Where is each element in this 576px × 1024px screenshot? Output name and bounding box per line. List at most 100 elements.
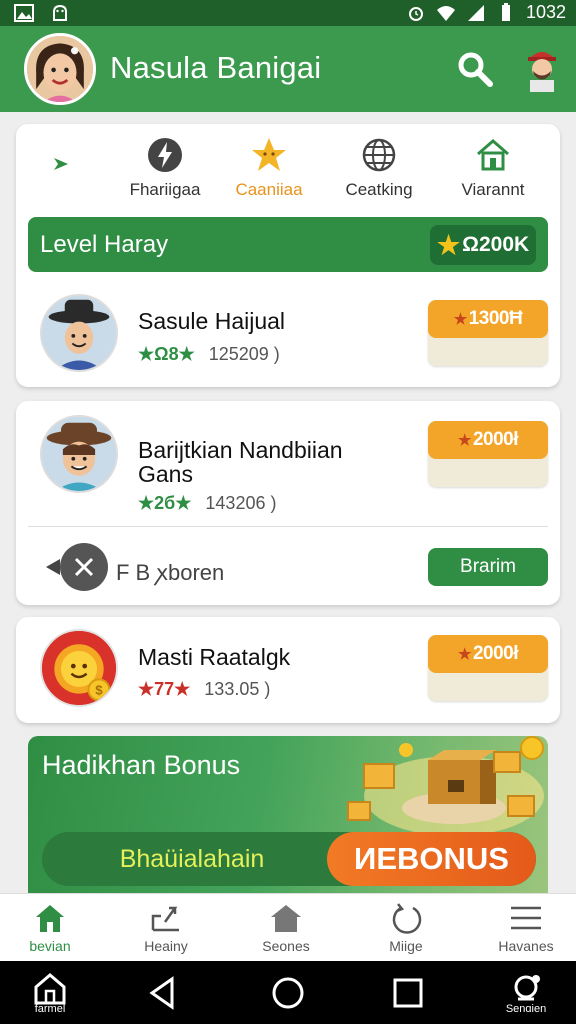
row-name-line1: Barijtkian Nandbiian: [138, 437, 343, 463]
star-icon: ★: [453, 311, 467, 328]
row-stars: ★Ω8★: [138, 344, 195, 364]
divider: [28, 526, 548, 527]
level-title: Level Haray: [40, 231, 169, 258]
status-bar: 1032: [0, 0, 576, 26]
sun-avatar-icon: $: [42, 631, 116, 705]
row-action-button[interactable]: ★ 2000ł: [428, 421, 548, 487]
row-name: Barijtkian Nandbiian Gans: [138, 438, 343, 486]
avatar: [40, 294, 118, 372]
row-button-label: 2000ł: [472, 429, 519, 450]
level-bar: Level Haray ★ Ω200K: [28, 217, 548, 272]
tab-ceatking[interactable]: Ceatking: [324, 136, 434, 200]
fish-icon: [46, 543, 108, 591]
wifi-icon: [436, 5, 455, 21]
follow-row: F B ꭗboren Brarim: [16, 541, 560, 593]
share-icon: [151, 906, 179, 932]
list-item[interactable]: Sasule Haijual ★Ω8★ 125209 ) ★ 1300Ħ: [16, 294, 560, 394]
row-meta: ★Ω8★ 125209 ): [138, 344, 280, 365]
tab-label: Fhariigaa: [129, 180, 201, 199]
nav-label: Heainy: [144, 938, 188, 954]
tab-label: Ceatking: [345, 180, 413, 199]
row-action-button[interactable]: ★ 2000ł: [428, 635, 548, 701]
star-icon: ★: [436, 229, 461, 260]
user-avatar-icon: [27, 36, 93, 102]
profile-icon[interactable]: [522, 44, 562, 94]
row-meta: ★2б★ 143206 ): [138, 493, 276, 514]
nav-item-miige[interactable]: Miige: [358, 902, 454, 954]
row-score: 143206 ): [205, 493, 277, 513]
row-name: Sasule Haijual: [138, 308, 286, 334]
tab-viarannt[interactable]: Viarannt: [438, 136, 548, 200]
level-value: Ω200K: [462, 233, 530, 256]
status-time: 1032: [525, 2, 566, 22]
nav-label: Havanes: [498, 938, 554, 954]
star-icon: [252, 138, 286, 171]
row-name-line2: Gans: [138, 461, 193, 487]
recents-icon[interactable]: [388, 973, 428, 1013]
tabs-card: Fhariigaa Caaniiaa Ceatking Viarannt Lev…: [16, 124, 560, 387]
nav-item-bevian[interactable]: bevian: [2, 902, 98, 954]
avatar: $: [40, 629, 118, 707]
bonus-banner[interactable]: Hadikhan Bonus Bhaüialahain ИEBONUS: [28, 736, 548, 896]
nav-label: bevian: [29, 938, 71, 954]
house-icon: [271, 905, 301, 932]
nav-label: Seones: [262, 938, 310, 954]
player-card: Barijtkian Nandbiian Gans ★2б★ 143206 ) ★…: [16, 401, 560, 605]
flash-icon: [148, 138, 182, 172]
gallery-icon: [14, 4, 34, 22]
tab-caaniiaa[interactable]: Caaniiaa: [214, 136, 324, 200]
arrow-right-icon[interactable]: [52, 154, 72, 174]
back-icon[interactable]: [144, 973, 184, 1013]
nav-item-heainy[interactable]: Heainy: [118, 902, 214, 954]
avatar: [40, 415, 118, 493]
home-circle-icon[interactable]: [268, 973, 308, 1013]
tab-label: Caaniiaa: [235, 180, 303, 199]
row-button-label: 1300Ħ: [468, 308, 523, 329]
app-title: Nasula Banigai: [110, 50, 322, 85]
alarm-icon: [408, 6, 423, 21]
system-nav: farmel Senɑien: [0, 961, 576, 1024]
globe-icon: [362, 138, 396, 172]
tab-fhariigaa[interactable]: Fhariigaa: [110, 136, 220, 200]
list-item[interactable]: Barijtkian Nandbiian Gans ★2б★ 143206 ) ★…: [16, 415, 560, 515]
list-item[interactable]: $ Masti Raatalgk ★77★ 133.05 ) ★ 2000ł: [16, 629, 560, 729]
search-icon[interactable]: [456, 50, 494, 88]
cowboy-avatar-icon: [42, 296, 116, 370]
star-icon: ★: [458, 432, 471, 449]
bonus-left-text: Bhaüialahain: [119, 844, 265, 873]
nav-item-seones[interactable]: Seones: [238, 902, 334, 954]
app-bar: Nasula Banigai: [0, 26, 576, 112]
row-score: 125209 ): [208, 344, 280, 364]
treasure-chest-icon: [347, 736, 544, 836]
svg-text:$: $: [95, 683, 103, 698]
tab-label: Viarannt: [461, 180, 525, 199]
bonus-title: Hadikhan Bonus: [42, 750, 241, 780]
row-score: 133.05 ): [204, 679, 271, 699]
row-stars: ★77★: [138, 679, 191, 699]
avatar[interactable]: [24, 33, 96, 105]
follow-label: F B ꭗboren: [116, 560, 225, 585]
menu-icon: [511, 906, 541, 930]
row-meta: ★77★ 133.05 ): [138, 679, 270, 700]
house-icon: [477, 139, 509, 171]
player-card: $ Masti Raatalgk ★77★ 133.05 ) ★ 2000ł: [16, 617, 560, 723]
level-chip[interactable]: ★ Ω200K: [430, 225, 536, 265]
row-button-label: 2000ł: [472, 643, 519, 664]
bonus-pill[interactable]: Bhaüialahain ИEBONUS: [42, 832, 536, 886]
row-name: Masti Raatalgk: [138, 644, 291, 670]
bonus-button[interactable]: ИEBONUS: [327, 832, 536, 886]
row-stars: ★2б★: [138, 493, 192, 513]
android-icon: [53, 4, 67, 21]
nav-label: Miige: [389, 938, 423, 954]
refresh-icon: [392, 903, 422, 934]
follow-button[interactable]: Brarim: [428, 548, 548, 586]
signal-icon: [467, 4, 484, 21]
star-icon: ★: [458, 646, 471, 663]
row-action-button[interactable]: ★ 1300Ħ: [428, 300, 548, 366]
sys-label-right: Senɑien: [505, 1003, 547, 1015]
home-icon: [36, 905, 64, 932]
battery-icon: [501, 2, 510, 21]
bottom-nav: bevian Heainy Seones Miige Havanes: [0, 893, 576, 961]
nav-item-havanes[interactable]: Havanes: [478, 902, 574, 954]
hat-avatar-icon: [42, 417, 116, 491]
